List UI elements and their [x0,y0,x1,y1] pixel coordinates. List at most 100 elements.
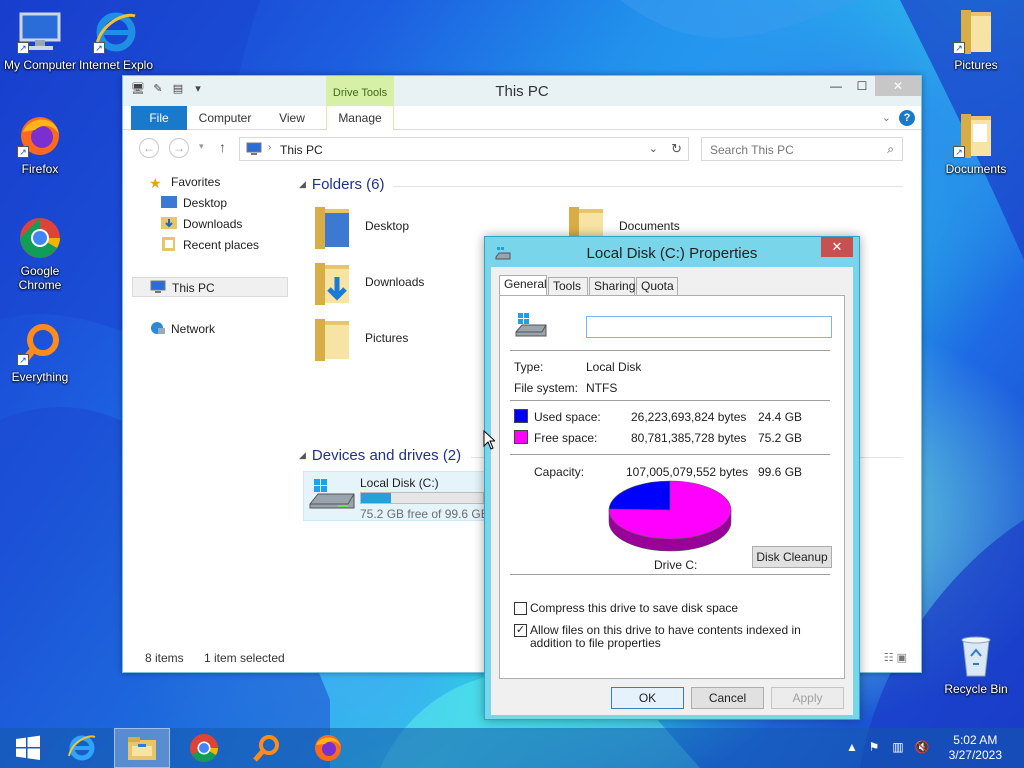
nav-recent-places[interactable]: Recent places [161,235,259,255]
tab-quota[interactable]: Quota [636,277,678,295]
close-button[interactable]: ✕ [875,76,921,96]
cancel-button[interactable]: Cancel [691,687,764,709]
folders-group-header[interactable]: ◢ Folders (6) [299,176,903,196]
compress-drive-label: Compress this drive to save disk space [530,601,739,615]
drive-name: Local Disk (C:) [360,476,439,490]
drive-usage-fill [361,493,391,503]
devices-group-header[interactable]: ◢ Devices and drives (2) [299,447,903,467]
internet-explorer-icon: ↗ [91,8,141,56]
disk-cleanup-button[interactable]: Disk Cleanup [752,546,832,568]
minimize-button[interactable]: — [823,76,849,96]
taskbar: ▲ ⚑ ▥ 🔇 5:02 AM 3/27/2023 [0,728,1024,768]
search-icon[interactable]: ⌕ [887,142,894,157]
folder-icon: ↗ [951,8,1001,56]
used-space-swatch [514,409,528,423]
action-center-flag-icon[interactable]: ⚑ [866,740,882,756]
nav-network[interactable]: Network [149,319,215,339]
back-button[interactable]: ← [139,138,159,158]
file-system-label: File system: [514,381,579,395]
computer-icon: ↗ [15,8,65,56]
recent-locations-icon[interactable]: ▾ [199,141,204,152]
nav-downloads[interactable]: Downloads [161,214,242,234]
breadcrumb[interactable]: This PC [280,143,323,157]
clock[interactable]: 5:02 AM 3/27/2023 [949,733,1002,763]
address-box[interactable]: › This PC ⌄ ↻ [239,137,689,161]
apply-button[interactable]: Apply [771,687,844,709]
tab-manage[interactable]: Manage [326,106,394,130]
taskbar-file-explorer[interactable] [114,728,170,768]
nav-desktop[interactable]: Desktop [161,193,227,213]
type-value: Local Disk [586,360,642,374]
used-space-bytes: 26,223,693,824 bytes [631,410,747,424]
view-toggle-icons[interactable]: ☷ ▣ [884,651,907,664]
capacity-label: Capacity: [534,465,585,479]
disk-usage-pie-chart [608,480,732,552]
explorer-titlebar[interactable]: 🖥 ✎ ▤ ▾ Drive Tools This PC — ☐ ✕ [123,76,921,106]
desktop-icon-google-chrome[interactable]: Google Chrome [0,214,80,292]
tab-sharing[interactable]: Sharing [589,277,635,295]
nav-this-pc[interactable]: This PC [132,277,288,297]
free-space-swatch [514,430,528,444]
desktop-icon [161,196,177,208]
desktop-icon-firefox[interactable]: ↗ Firefox [0,112,80,176]
network-icon[interactable]: ▥ [890,740,906,756]
volume-muted-icon[interactable]: 🔇 [914,740,930,756]
folder-icon [315,319,349,361]
free-space-bytes: 80,781,385,728 bytes [631,431,747,445]
tab-computer[interactable]: Computer [193,106,257,130]
start-button[interactable] [0,728,56,768]
up-button[interactable]: ↑ [219,139,226,155]
internet-explorer-icon [68,735,96,761]
help-icon[interactable]: ? [899,110,915,126]
tab-file[interactable]: File [131,106,187,130]
index-contents-checkbox[interactable]: ✓ [514,624,527,637]
taskbar-chrome[interactable] [176,728,232,768]
firefox-icon [315,735,341,761]
system-tray: ▲ ⚑ ▥ 🔇 5:02 AM 3/27/2023 [844,728,1024,768]
capacity-gb: 99.6 GB [758,465,803,479]
folder-icon [315,263,349,305]
star-icon: ★ [149,175,162,191]
drive-c-item[interactable]: Local Disk (C:) 75.2 GB free of 99.6 GB [303,471,489,521]
compress-drive-checkbox[interactable] [514,602,527,615]
expand-ribbon-icon[interactable]: ⌄ [882,111,891,124]
firefox-icon: ↗ [15,112,65,160]
drive-c-caption: Drive C: [654,558,698,572]
taskbar-firefox[interactable] [300,728,356,768]
dialog-close-button[interactable]: ✕ [821,237,853,257]
desktop-icon-recycle-bin[interactable]: Recycle Bin [936,632,1016,696]
recent-places-icon [162,237,175,251]
taskbar-everything[interactable] [238,728,294,768]
clock-date: 3/27/2023 [948,748,1002,762]
dialog-body: General Tools Sharing Quota Type: Local … [491,267,853,715]
capacity-bytes: 107,005,079,552 bytes [626,465,749,479]
maximize-button[interactable]: ☐ [849,76,875,96]
desktop-icon-internet-explorer[interactable]: ↗ Internet Explo [76,8,156,72]
general-tab-panel: Type: Local Disk File system: NTFS Used … [499,295,845,679]
forward-button[interactable]: → [169,138,189,158]
free-space-gb: 75.2 GB [758,431,803,445]
tab-tools[interactable]: Tools [548,277,588,295]
show-hidden-icons[interactable]: ▲ [844,740,860,756]
drive-properties-dialog[interactable]: Local Disk (C:) Properties ✕ General Too… [484,236,860,720]
breadcrumb-chevron-icon[interactable]: › [268,142,271,153]
refresh-icon[interactable]: ↻ [671,141,682,157]
drive-label-input[interactable] [586,316,832,338]
collapse-icon[interactable]: ◢ [299,179,306,189]
folder-icon [315,207,349,249]
desktop-icon-everything[interactable]: ↗ Everything [0,320,80,384]
ok-button[interactable]: OK [611,687,684,709]
desktop-icon-pictures[interactable]: ↗ Pictures [936,8,1016,72]
address-dropdown-icon[interactable]: ⌄ [649,142,658,155]
desktop-icon-documents[interactable]: ↗ Documents [936,112,1016,176]
collapse-icon[interactable]: ◢ [299,450,306,460]
nav-favorites[interactable]: ★ Favorites [149,172,220,192]
taskbar-internet-explorer[interactable] [54,728,110,768]
mouse-cursor-icon [483,430,495,450]
item-count: 8 items [145,651,184,665]
search-input[interactable]: Search This PC [710,143,794,157]
tab-general[interactable]: General [499,275,547,296]
search-box[interactable]: Search This PC ⌕ [701,137,903,161]
desktop-icon-my-computer[interactable]: ↗ My Computer [0,8,80,72]
tab-view[interactable]: View [269,106,315,130]
